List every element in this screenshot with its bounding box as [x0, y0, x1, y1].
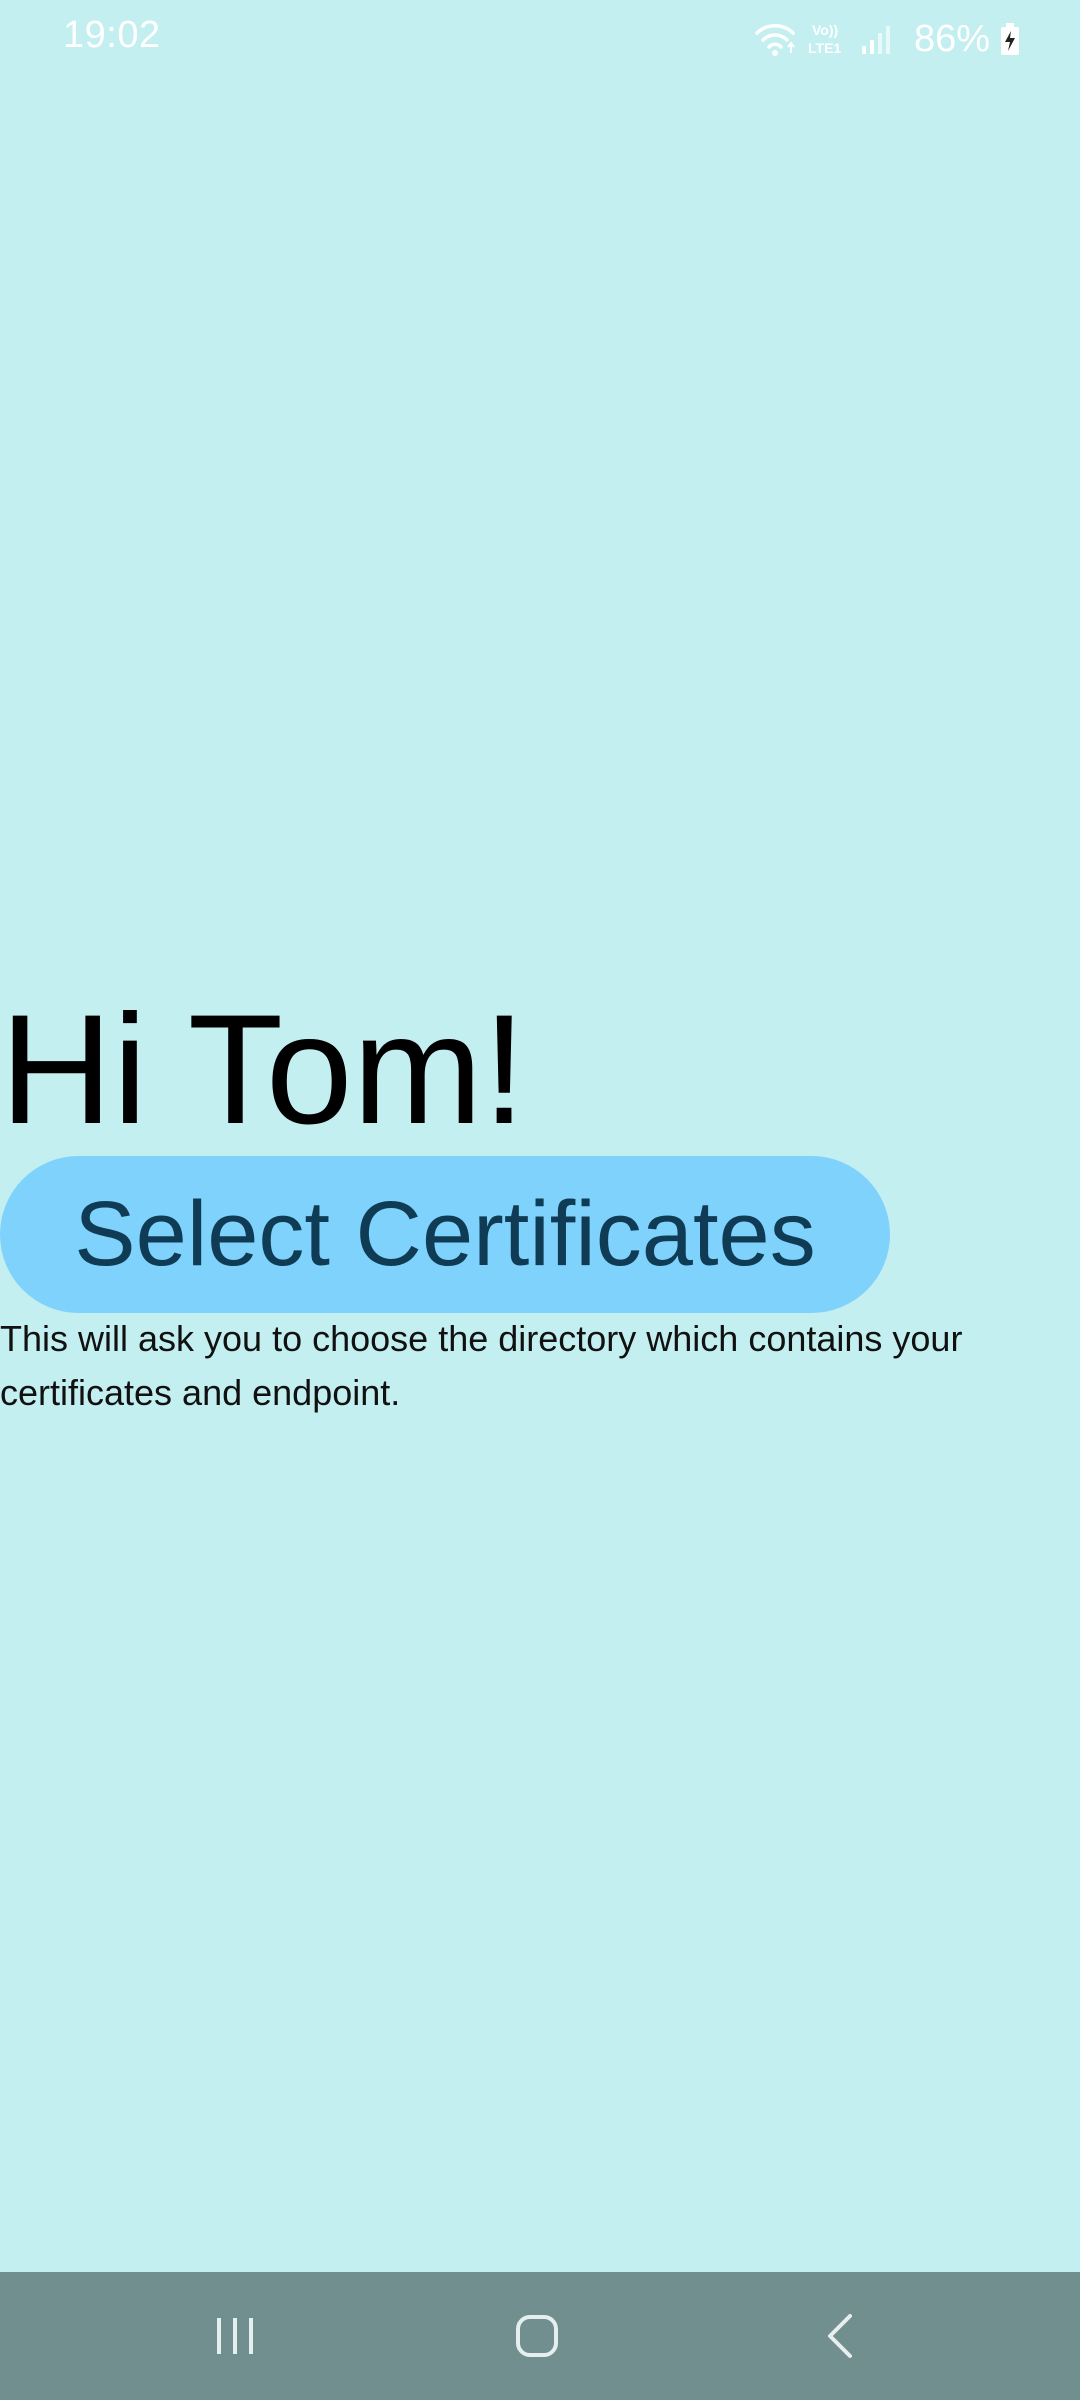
back-icon	[828, 2314, 852, 2358]
select-certificates-button[interactable]: Select Certificates	[0, 1156, 890, 1313]
back-button[interactable]	[780, 2296, 900, 2376]
status-time: 19:02	[63, 14, 161, 56]
recent-apps-button[interactable]	[175, 2296, 295, 2376]
status-bar: 19:02 Vo)) LTE1 86%	[0, 0, 1080, 78]
svg-text:LTE1: LTE1	[808, 40, 841, 56]
greeting-title: Hi Tom!	[0, 983, 526, 1157]
battery-charging-icon	[1001, 23, 1019, 55]
recent-apps-icon	[217, 2318, 253, 2354]
svg-text:Vo)): Vo))	[812, 22, 838, 38]
navigation-bar	[0, 2272, 1080, 2400]
home-button[interactable]	[477, 2296, 597, 2376]
status-icons: Vo)) LTE1 86%	[754, 14, 1020, 64]
volte-icon: Vo)) LTE1	[808, 22, 841, 56]
wifi-icon	[755, 24, 795, 56]
signal-icon	[861, 26, 890, 54]
helper-text: This will ask you to choose the director…	[0, 1318, 963, 1413]
battery-percent: 86%	[913, 17, 990, 60]
home-icon	[516, 2315, 558, 2357]
